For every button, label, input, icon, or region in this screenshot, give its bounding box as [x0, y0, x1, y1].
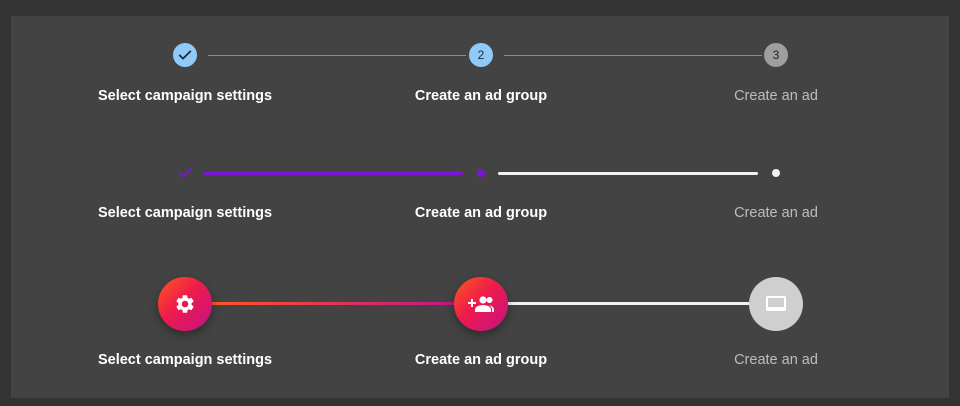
connector-1-2 [203, 172, 463, 175]
step-2-label[interactable]: Create an ad group [351, 205, 611, 221]
connector-2-3 [504, 55, 762, 56]
stepper-icons: Select campaign settings Create an ad gr… [11, 266, 949, 396]
step-2-dot[interactable] [477, 169, 485, 177]
step-3-label[interactable]: Create an ad [646, 352, 906, 368]
connector-2-3 [498, 172, 758, 175]
step-2-indicator[interactable]: 2 [469, 43, 493, 67]
step-3-indicator[interactable] [749, 277, 803, 331]
connector-1-2 [208, 55, 466, 56]
stepper-numbered: 2 3 Select campaign settings Create an a… [11, 16, 949, 126]
video-label-icon [766, 296, 786, 311]
step-3-label[interactable]: Create an ad [646, 205, 906, 221]
step-3-indicator[interactable]: 3 [764, 43, 788, 67]
step-2-label[interactable]: Create an ad group [351, 352, 611, 368]
gear-icon [176, 295, 194, 313]
check-icon[interactable] [177, 165, 193, 181]
stepper-dots: Select campaign settings Create an ad gr… [11, 136, 949, 246]
connector-2-3 [497, 302, 762, 305]
step-1-label[interactable]: Select campaign settings [55, 352, 315, 368]
step-1-indicator[interactable] [158, 277, 212, 331]
step-2-number: 2 [477, 48, 485, 62]
step-3-label[interactable]: Create an ad [646, 88, 906, 104]
add-group-icon [468, 296, 494, 312]
step-1-label[interactable]: Select campaign settings [55, 88, 315, 104]
stepper-demo-panel: 2 3 Select campaign settings Create an a… [11, 16, 949, 398]
check-icon [178, 50, 192, 60]
step-2-indicator[interactable] [454, 277, 508, 331]
step-3-number: 3 [772, 48, 780, 62]
step-3-dot[interactable] [772, 169, 780, 177]
step-1-label[interactable]: Select campaign settings [55, 205, 315, 221]
step-1-indicator[interactable] [173, 43, 197, 67]
step-2-label[interactable]: Create an ad group [351, 88, 611, 104]
connector-1-2 [201, 302, 466, 305]
